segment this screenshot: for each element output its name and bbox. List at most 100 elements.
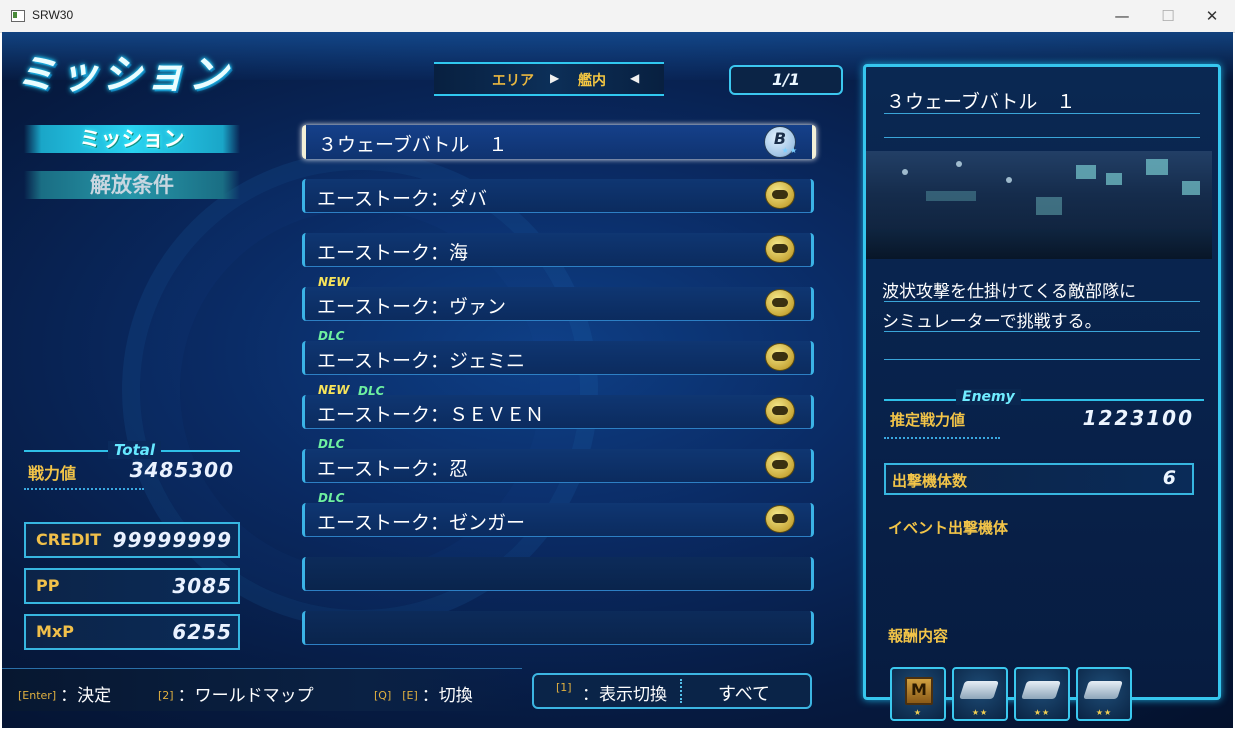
mission-row[interactable]: エーストーク：ジェミニ	[302, 341, 814, 375]
credit-box: CREDIT 99999999	[24, 522, 240, 558]
estimated-power-label: 推定戦力値	[890, 411, 966, 429]
divider	[884, 437, 1000, 439]
mission-name: エーストーク：ゼンガー	[317, 512, 526, 534]
reward-part[interactable]: ★★	[1076, 667, 1132, 721]
reward-part[interactable]: ★★	[952, 667, 1008, 721]
event-units-label: イベント出撃機体	[888, 519, 1009, 537]
pp-value: 3085	[172, 574, 232, 598]
controls-bar: [Enter] ：決定 [2] ：ワールドマップ [Q] [E] ：切換	[2, 668, 522, 711]
rank-stars: ★★	[781, 146, 798, 155]
chat-icon	[765, 505, 795, 533]
mission-row[interactable]: エーストーク：海	[302, 233, 814, 267]
usb-part-icon	[959, 681, 999, 699]
divider	[24, 488, 144, 490]
mission-row[interactable]: エーストーク：忍	[302, 449, 814, 483]
reward-part[interactable]: ★★	[1014, 667, 1070, 721]
divider	[884, 359, 1200, 360]
maximize-button[interactable]: ☐	[1145, 0, 1191, 32]
empty-mission-slot	[302, 611, 814, 645]
credit-label: CREDIT	[36, 530, 102, 549]
tab-mission[interactable]: ミッション	[24, 125, 240, 153]
page-indicator: 1/1	[729, 65, 843, 95]
display-toggle-label: ：表示切換	[582, 685, 667, 705]
window-title: SRW30	[32, 8, 74, 22]
arrow-right-icon[interactable]: ▶	[550, 71, 559, 85]
dlc-badge: DLC	[318, 491, 345, 505]
divider	[884, 399, 1204, 401]
world-map-hint[interactable]: [2] ：ワールドマップ	[158, 681, 314, 706]
divider	[884, 137, 1200, 138]
chat-icon	[765, 397, 795, 425]
key-q-e: [Q] [E]	[374, 689, 418, 702]
mission-row[interactable]: エーストーク：ＳＥＶＥＮ	[302, 395, 814, 429]
confirm-hint: [Enter] ：決定	[18, 681, 111, 706]
dlc-badge: DLC	[318, 437, 345, 451]
reward-stars: ★★	[971, 708, 989, 717]
power-value: 3485300	[129, 458, 234, 482]
reward-stars: ★★	[1033, 708, 1051, 717]
area-selector[interactable]: エリア ▶ 艦内 ◀	[434, 62, 664, 96]
switch-label: ：切換	[421, 686, 473, 706]
estimated-power-value: 1223100	[1082, 406, 1194, 430]
mission-name: エーストーク：ジェミニ	[317, 350, 526, 372]
new-badge: NEW	[318, 383, 350, 397]
enter-key: [Enter]	[18, 689, 57, 702]
mission-row[interactable]: エーストーク：ヴァン	[302, 287, 814, 321]
power-label: 戦力値	[28, 464, 77, 483]
display-filter[interactable]: [1] ：表示切換 すべて	[532, 673, 812, 709]
enemy-block: Enemy 推定戦力値 1223100	[884, 389, 1204, 443]
close-button[interactable]: ✕	[1189, 0, 1235, 32]
tab-unlock-conditions[interactable]: 解放条件	[24, 171, 240, 199]
total-power-block: Total 戦力値 3485300	[24, 441, 240, 492]
dlc-badge: DLC	[318, 329, 345, 343]
switch-hint[interactable]: [Q] [E] ：切換	[374, 681, 473, 706]
reward-m-item[interactable]: M ★	[890, 667, 946, 721]
confirm-label: ：決定	[60, 686, 112, 706]
mission-row[interactable]: エーストーク：ゼンガー	[302, 503, 814, 537]
mission-row[interactable]: ３ウェーブバトル １ B ★★	[302, 125, 816, 159]
divider	[680, 679, 682, 703]
chat-icon	[765, 289, 795, 317]
window-titlebar: SRW30 — ☐ ✕	[0, 0, 1235, 33]
page-number: 1/1	[771, 70, 801, 89]
empty-mission-slot	[302, 557, 814, 591]
detail-title: ３ウェーブバトル １	[886, 91, 1076, 113]
total-label: Total	[108, 441, 162, 459]
mxp-value: 6255	[172, 620, 232, 644]
chat-icon	[765, 181, 795, 209]
m-item-icon: M	[905, 677, 933, 705]
usb-part-icon	[1021, 681, 1061, 699]
reward-stars: ★★	[1095, 708, 1113, 717]
divider	[884, 301, 1200, 302]
sortie-count-box: 出撃機体数 6	[884, 463, 1194, 495]
screen-title: ミッション	[16, 52, 231, 98]
key-2: [2]	[158, 689, 174, 702]
arrow-left-icon[interactable]: ◀	[630, 71, 639, 85]
sortie-count-value: 6	[1162, 467, 1176, 489]
pp-label: PP	[36, 576, 60, 595]
chat-icon	[765, 235, 795, 263]
detail-description-line2: シミュレーターで挑戦する。	[882, 312, 1102, 332]
credit-value: 99999999	[112, 528, 232, 552]
app-icon	[11, 10, 25, 22]
mission-name: ３ウェーブバトル １	[318, 134, 508, 156]
mission-name: エーストーク：海	[317, 242, 469, 264]
mission-name: エーストーク：ＳＥＶＥＮ	[317, 404, 545, 426]
usb-part-icon	[1083, 681, 1123, 699]
world-map-label: ：ワールドマップ	[177, 686, 314, 706]
area-label: エリア	[492, 73, 534, 89]
mission-name: エーストーク：忍	[317, 458, 469, 480]
minimize-button[interactable]: —	[1099, 0, 1145, 32]
rewards-label: 報酬内容	[888, 627, 949, 645]
mxp-label: MxP	[36, 622, 74, 641]
key-1: [1]	[556, 681, 572, 694]
mission-name: エーストーク：ダバ	[317, 188, 488, 210]
display-filter-value: すべて	[718, 684, 771, 705]
new-badge: NEW	[318, 275, 350, 289]
sortie-count-label: 出撃機体数	[892, 472, 968, 490]
mission-preview-image	[866, 151, 1212, 259]
game-viewport: ミッション エリア ▶ 艦内 ◀ 1/1 ミッション 解放条件 Total 戦力…	[2, 32, 1233, 728]
area-value: 艦内	[578, 73, 606, 89]
mission-row[interactable]: エーストーク：ダバ	[302, 179, 814, 213]
reward-stars: ★	[913, 708, 923, 717]
